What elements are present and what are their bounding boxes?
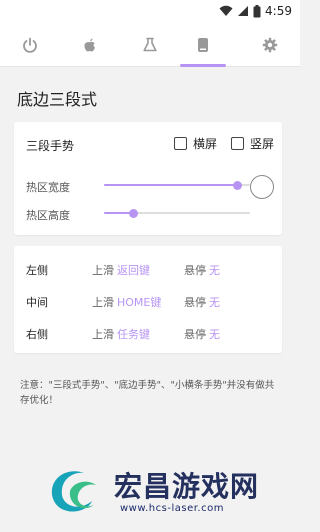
- tab-bar: [0, 22, 300, 67]
- landscape-checkbox[interactable]: 横屏: [174, 135, 217, 152]
- swipe-label: 上滑: [92, 296, 114, 309]
- status-icons: 4:59: [219, 4, 292, 18]
- power-icon: [23, 37, 37, 53]
- swipe-action-value[interactable]: 任务键: [117, 326, 150, 342]
- hover-action-value[interactable]: 无: [209, 326, 220, 342]
- hover-action-value[interactable]: 无: [209, 294, 220, 310]
- watermark-logo: [51, 471, 96, 512]
- site-watermark: 宏昌游戏网 www.hcs-laser.com: [40, 455, 290, 525]
- gesture-card-title: 三段手势: [26, 139, 75, 153]
- action-side-label: 右侧: [26, 328, 48, 341]
- page-title: 底边三段式: [17, 90, 98, 109]
- action-side-label: 中间: [26, 296, 48, 309]
- wifi-icon: [219, 5, 233, 16]
- portrait-checkbox[interactable]: 竖屏: [231, 135, 274, 152]
- tab-apple[interactable]: [70, 22, 110, 67]
- tab-power[interactable]: [10, 22, 50, 67]
- watermark-brand: 宏昌游戏网: [114, 470, 260, 503]
- hover-label: 悬停: [184, 328, 206, 341]
- hot-width-fill: [104, 184, 237, 186]
- hot-height-label: 热区高度: [26, 209, 70, 222]
- portrait-label: 竖屏: [250, 137, 275, 151]
- gesture-actions-card: 左侧 上滑 返回键 悬停 无 中间 上滑 HOME键 悬停 无 右侧 上滑 任务…: [14, 246, 282, 353]
- hover-label: 悬停: [184, 296, 206, 309]
- gesture-settings-card: 三段手势 横屏 竖屏 热区宽度 热区高度: [14, 122, 282, 235]
- action-row-center: 中间 上滑 HOME键 悬停 无: [14, 292, 282, 310]
- swipe-label: 上滑: [92, 328, 114, 341]
- hot-width-thumb[interactable]: [232, 181, 242, 190]
- hot-width-slider[interactable]: [104, 178, 250, 192]
- swipe-action-value[interactable]: 返回键: [117, 262, 150, 278]
- compatibility-note: 注意："三段式手势"、"底边手势"、"小横条手势"并没有做共存优化！: [20, 380, 275, 406]
- signal-icon: [238, 6, 249, 16]
- landscape-checkbox-box[interactable]: [174, 137, 187, 150]
- hover-action-value[interactable]: 无: [209, 262, 220, 278]
- portrait-checkbox-box[interactable]: [231, 137, 244, 150]
- hot-width-label: 热区宽度: [26, 181, 70, 194]
- hover-label: 悬停: [184, 264, 206, 277]
- swipe-label: 上滑: [92, 264, 114, 277]
- flask-icon: [143, 37, 157, 51]
- status-bar: 4:59: [0, 0, 300, 22]
- action-side-label: 左侧: [26, 264, 48, 277]
- swipe-action-value[interactable]: HOME键: [117, 294, 161, 310]
- action-row-right: 右侧 上滑 任务键 悬停 无: [14, 324, 282, 342]
- hotzone-preview-circle: [250, 175, 274, 199]
- hot-height-thumb[interactable]: [129, 209, 139, 218]
- watermark-url: www.hcs-laser.com: [120, 503, 224, 514]
- action-row-left: 左侧 上滑 返回键 悬停 无: [14, 260, 282, 278]
- landscape-label: 横屏: [193, 137, 218, 151]
- hot-height-slider[interactable]: [104, 206, 250, 220]
- tab-lab[interactable]: [130, 22, 170, 67]
- tab-gesture[interactable]: [183, 22, 223, 67]
- phone-icon: [198, 37, 208, 52]
- battery-icon: [253, 4, 261, 17]
- gear-icon: [262, 37, 278, 52]
- tab-settings[interactable]: [250, 22, 290, 67]
- active-tab-indicator: [180, 64, 226, 67]
- apple-icon: [84, 38, 95, 51]
- status-time: 4:59: [265, 4, 292, 18]
